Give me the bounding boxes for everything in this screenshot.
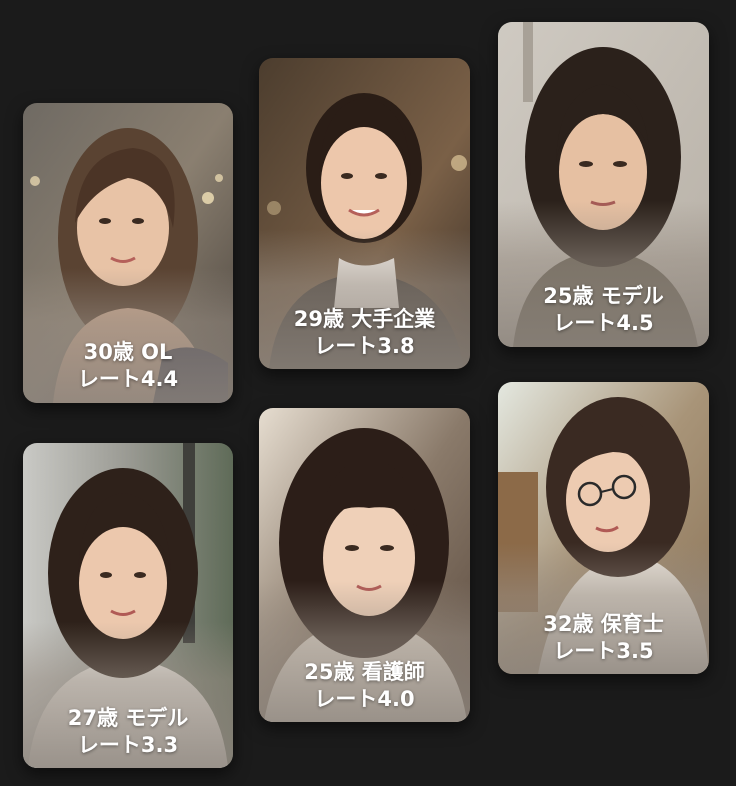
profile-caption: 29歳 大手企業 レート3.8 [259, 306, 470, 360]
profile-card-4[interactable]: 27歳 モデル レート3.3 [23, 443, 233, 768]
profile-rating: レート4.5 [553, 311, 654, 335]
profile-age-occupation: 25歳 モデル [543, 284, 664, 308]
profile-card-2[interactable]: 29歳 大手企業 レート3.8 [259, 58, 470, 369]
profile-caption: 27歳 モデル レート3.3 [23, 705, 233, 759]
profile-age-occupation: 27歳 モデル [67, 706, 189, 730]
profile-card-6[interactable]: 32歳 保育士 レート3.5 [498, 382, 709, 674]
profile-caption: 30歳 OL レート4.4 [23, 339, 233, 393]
profile-age-occupation: 25歳 看護師 [304, 660, 425, 684]
profile-rating: レート3.3 [77, 733, 179, 757]
profile-rating: レート3.8 [314, 334, 415, 358]
profile-caption: 32歳 保育士 レート3.5 [498, 611, 709, 665]
profile-card-3[interactable]: 25歳 モデル レート4.5 [498, 22, 709, 347]
profile-age-occupation: 32歳 保育士 [543, 612, 664, 636]
profile-grid: 30歳 OL レート4.4 29歳 大手企業 レート3.8 25歳 モデル レー… [0, 0, 736, 786]
profile-rating: レート4.0 [314, 687, 415, 711]
profile-rating: レート4.4 [77, 367, 179, 391]
profile-age-occupation: 30歳 OL [83, 340, 173, 364]
profile-caption: 25歳 モデル レート4.5 [498, 283, 709, 337]
profile-rating: レート3.5 [553, 639, 654, 663]
profile-card-5[interactable]: 25歳 看護師 レート4.0 [259, 408, 470, 722]
profile-age-occupation: 29歳 大手企業 [293, 307, 436, 331]
profile-card-1[interactable]: 30歳 OL レート4.4 [23, 103, 233, 403]
profile-caption: 25歳 看護師 レート4.0 [259, 659, 470, 713]
